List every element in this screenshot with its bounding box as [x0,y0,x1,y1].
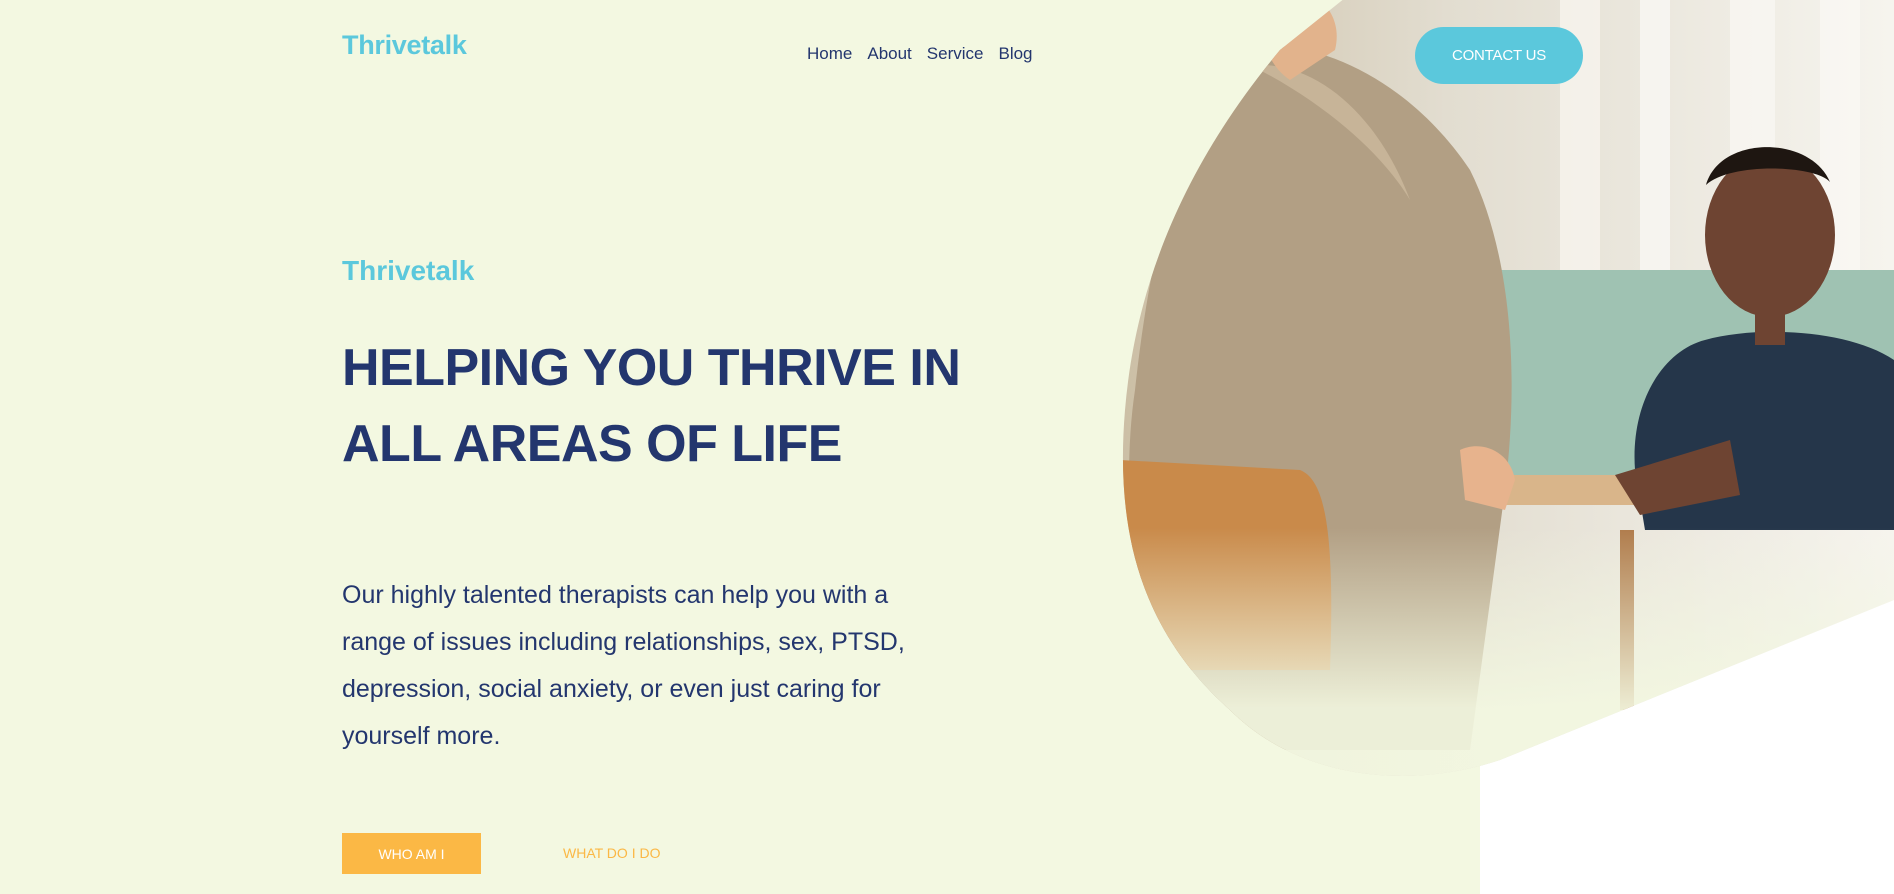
nav-home[interactable]: Home [807,44,852,64]
nav-blog[interactable]: Blog [998,44,1032,64]
hero-headline: HELPING YOU THRIVE IN ALL AREAS OF LIFE [342,339,961,473]
hero-description: Our highly talented therapists can help … [342,581,905,750]
what-do-i-do-link[interactable]: WHAT DO I DO [563,845,660,861]
nav-about[interactable]: About [867,44,911,64]
main-nav: Home About Service Blog [807,44,1033,64]
nav-service[interactable]: Service [927,44,984,64]
therapy-session-photo [1080,0,1894,790]
contact-us-button[interactable]: CONTACT US [1415,27,1583,84]
logo[interactable]: Thrivetalk [342,30,467,61]
who-am-i-button[interactable]: WHO AM I [342,833,481,874]
hero-brand: Thrivetalk [342,255,475,286]
